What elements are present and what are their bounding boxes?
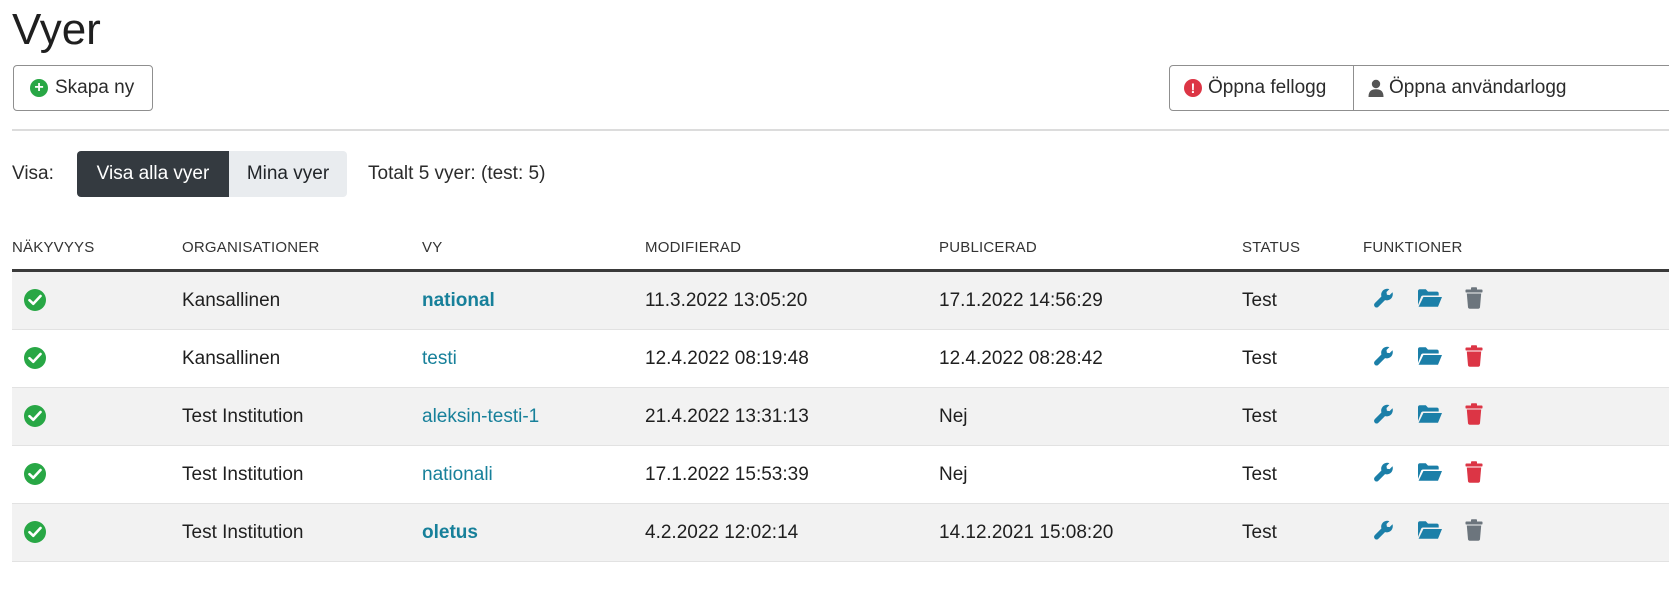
header-published[interactable]: PUBLICERAD — [929, 226, 1232, 272]
functions-cell — [1353, 387, 1669, 446]
view-link[interactable]: testi — [422, 348, 457, 369]
modified-cell: 17.1.2022 15:53:39 — [635, 445, 929, 504]
functions-cell — [1353, 270, 1669, 330]
header-divider — [12, 129, 1669, 131]
modified-cell: 21.4.2022 13:31:13 — [635, 387, 929, 446]
open-user-log-button[interactable]: Öppna användarlogg — [1354, 65, 1669, 111]
create-new-button[interactable]: + Skapa ny — [13, 65, 153, 111]
organisation-cell: Test Institution — [172, 387, 412, 446]
functions-cell — [1353, 503, 1669, 562]
functions-cell — [1353, 329, 1669, 388]
header-status[interactable]: STATUS — [1232, 226, 1353, 272]
status-cell: Test — [1232, 387, 1353, 446]
user-icon — [1368, 79, 1384, 97]
modified-cell: 12.4.2022 08:19:48 — [635, 329, 929, 388]
published-cell: 17.1.2022 14:56:29 — [929, 270, 1232, 330]
view-cell: testi — [412, 329, 635, 388]
trash-icon[interactable] — [1465, 402, 1483, 431]
view-link[interactable]: nationali — [422, 464, 493, 485]
folder-open-icon[interactable] — [1417, 404, 1443, 430]
view-cell: oletus — [412, 503, 635, 562]
folder-open-icon[interactable] — [1417, 288, 1443, 314]
wrench-icon[interactable] — [1373, 345, 1395, 373]
functions-cell — [1353, 445, 1669, 504]
table-row: Kansallinen national 11.3.2022 13:05:20 17.… — [12, 270, 1669, 330]
header-visibility[interactable]: NÄKYVYYS — [12, 226, 172, 272]
visibility-cell — [12, 387, 172, 446]
folder-open-icon[interactable] — [1417, 462, 1443, 488]
wrench-icon[interactable] — [1373, 519, 1395, 547]
wrench-icon[interactable] — [1373, 461, 1395, 489]
open-error-log-label: Öppna fellogg — [1208, 77, 1327, 98]
published-cell: Nej — [929, 387, 1232, 446]
filter-label: Visa: — [12, 163, 54, 184]
view-link[interactable]: oletus — [422, 522, 478, 543]
plus-circle-icon: + — [30, 79, 48, 97]
filter-my-views-button[interactable]: Mina vyer — [229, 151, 347, 197]
views-page: Vyer + Skapa ny ! Öppna fellogg Öppna an… — [0, 0, 1669, 593]
trash-icon[interactable] — [1465, 344, 1483, 373]
wrench-icon[interactable] — [1373, 287, 1395, 315]
open-user-log-label: Öppna användarlogg — [1389, 77, 1567, 98]
page-title: Vyer — [12, 5, 101, 54]
modified-cell: 11.3.2022 13:05:20 — [635, 270, 929, 330]
view-cell: aleksin-testi-1 — [412, 387, 635, 446]
folder-open-icon[interactable] — [1417, 346, 1443, 372]
status-cell: Test — [1232, 445, 1353, 504]
table-row: Test Institution nationali 17.1.2022 15:53… — [12, 445, 1669, 504]
visibility-cell — [12, 270, 172, 330]
status-cell: Test — [1232, 503, 1353, 562]
published-cell: 12.4.2022 08:28:42 — [929, 329, 1232, 388]
check-circle-icon — [24, 289, 46, 312]
table-row: Test Institution aleksin-testi-1 21.4.2022… — [12, 387, 1669, 446]
modified-cell: 4.2.2022 12:02:14 — [635, 503, 929, 562]
organisation-cell: Kansallinen — [172, 270, 412, 330]
check-circle-icon — [24, 347, 46, 370]
trash-icon[interactable] — [1465, 460, 1483, 489]
header-organisations[interactable]: ORGANISATIONER — [172, 226, 412, 272]
create-new-label: Skapa ny — [55, 77, 135, 98]
folder-open-icon[interactable] — [1417, 520, 1443, 546]
wrench-icon[interactable] — [1373, 403, 1395, 431]
trash-icon — [1465, 518, 1483, 547]
header-view[interactable]: VY — [412, 226, 635, 272]
view-cell: nationali — [412, 445, 635, 504]
filter-all-views-button[interactable]: Visa alla vyer — [77, 151, 229, 197]
published-cell: Nej — [929, 445, 1232, 504]
view-link[interactable]: national — [422, 290, 495, 311]
table-row: Kansallinen testi 12.4.2022 08:19:48 12.4.2… — [12, 329, 1669, 388]
check-circle-icon — [24, 463, 46, 486]
open-error-log-button[interactable]: ! Öppna fellogg — [1169, 65, 1354, 111]
trash-icon — [1465, 286, 1483, 315]
visibility-cell — [12, 445, 172, 504]
published-cell: 14.12.2021 15:08:20 — [929, 503, 1232, 562]
status-cell: Test — [1232, 329, 1353, 388]
table-row: Test Institution oletus 4.2.2022 12:02:14 1… — [12, 503, 1669, 562]
check-circle-icon — [24, 405, 46, 428]
organisation-cell: Kansallinen — [172, 329, 412, 388]
organisation-cell: Test Institution — [172, 445, 412, 504]
header-modified[interactable]: MODIFIERAD — [635, 226, 929, 272]
views-table-body: Kansallinen national 11.3.2022 13:05:20 17.… — [12, 270, 1669, 562]
organisation-cell: Test Institution — [172, 503, 412, 562]
view-cell: national — [412, 270, 635, 330]
exclamation-circle-icon: ! — [1184, 79, 1202, 97]
views-table: NÄKYVYYS ORGANISATIONER VY MODIFIERAD PU… — [12, 226, 1669, 562]
table-header-row: NÄKYVYYS ORGANISATIONER VY MODIFIERAD PU… — [12, 226, 1669, 272]
log-button-group: ! Öppna fellogg Öppna användarlogg — [1169, 65, 1669, 111]
view-link[interactable]: aleksin-testi-1 — [422, 406, 539, 427]
visibility-cell — [12, 329, 172, 388]
header-functions: FUNKTIONER — [1353, 226, 1669, 272]
visibility-cell — [12, 503, 172, 562]
check-circle-icon — [24, 521, 46, 544]
total-views-count: Totalt 5 vyer: (test: 5) — [368, 163, 546, 184]
status-cell: Test — [1232, 270, 1353, 330]
